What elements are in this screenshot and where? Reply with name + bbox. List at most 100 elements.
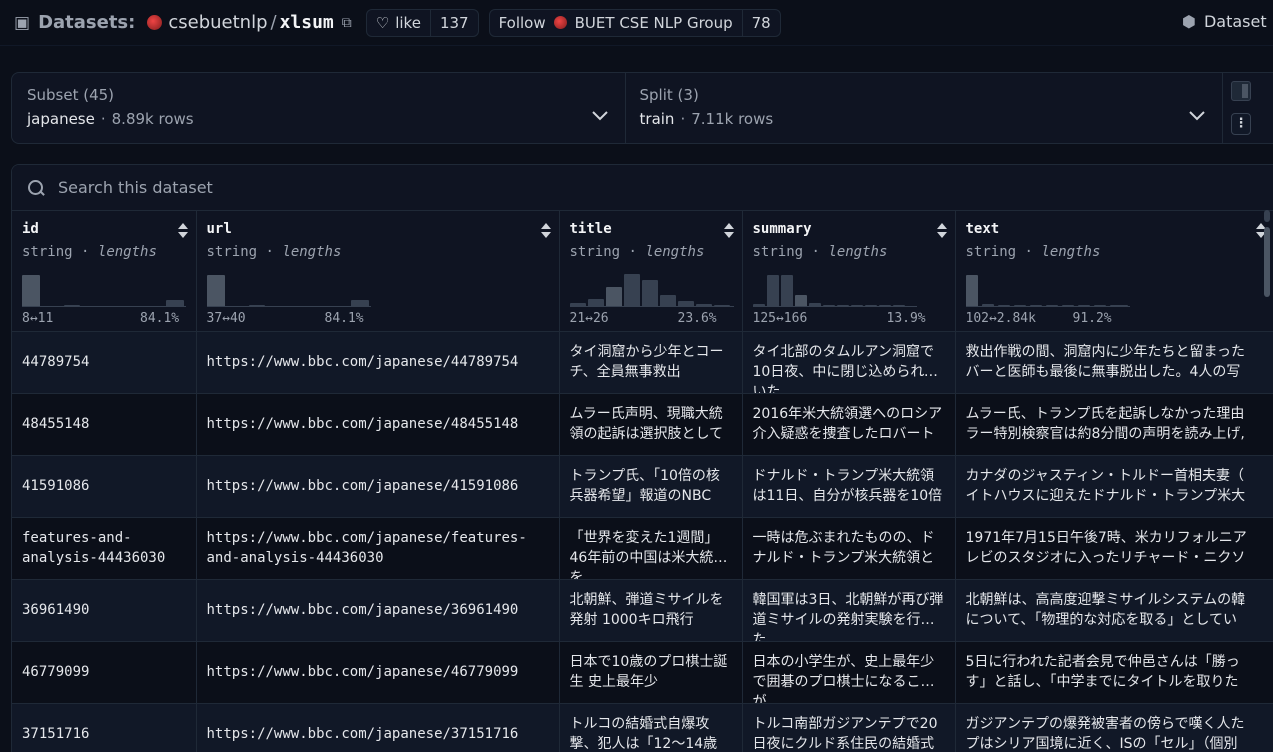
- like-button[interactable]: ♡ like 137: [365, 8, 479, 37]
- scrollbar-thumb[interactable]: [1264, 227, 1270, 297]
- cell-id[interactable]: 36961490: [12, 578, 197, 641]
- cube-icon: ⬢: [1182, 12, 1196, 31]
- cell-url[interactable]: https://www.bbc.com/japanese/36961490: [196, 578, 560, 641]
- cell-title[interactable]: 北朝鮮、弾道ミサイルを発射 1000キロ飛行: [559, 578, 743, 641]
- cell-summary[interactable]: 日本の小学生が、史上最年少で囲碁のプロ棋士になることが: [742, 640, 956, 703]
- split-title: Split (3): [639, 86, 699, 104]
- follow-count: 78: [741, 9, 780, 36]
- table-row[interactable]: 41591086 https://www.bbc.com/japanese/41…: [12, 454, 1273, 517]
- length-percent: 13.9%: [886, 310, 926, 326]
- subset-select[interactable]: Subset (45) japanese · 8.89k rows: [12, 73, 626, 143]
- data-table: id string · lengths 8↔11 84.1% url strin…: [12, 211, 1273, 752]
- path-separator: /: [270, 12, 277, 33]
- cell-text[interactable]: ムラー氏、トランプ氏を起訴しなかった理由 ラー特別検察官は約8分間の声明を読み上げ…: [955, 392, 1273, 455]
- column-header-id[interactable]: id string · lengths 8↔11 84.1%: [12, 211, 197, 331]
- cell-id[interactable]: 46779099: [12, 640, 197, 703]
- table-row[interactable]: 46779099 https://www.bbc.com/japanese/46…: [12, 640, 1273, 703]
- cell-url[interactable]: https://www.bbc.com/japanese/48455148: [196, 392, 560, 455]
- cell-url[interactable]: https://www.bbc.com/japanese/46779099: [196, 640, 560, 703]
- histogram: [22, 271, 186, 307]
- cell-summary[interactable]: 2016年米大統領選へのロシア介入疑惑を捜査したロバート: [742, 392, 956, 455]
- cell-id[interactable]: 44789754: [12, 330, 197, 393]
- cell-title[interactable]: タイ洞窟から少年とコーチ、全員無事救出: [559, 330, 743, 393]
- table-row[interactable]: 37151716 https://www.bbc.com/japanese/37…: [12, 702, 1273, 752]
- datasets-label: Datasets:: [38, 12, 136, 33]
- column-type-sep: ·: [628, 244, 637, 260]
- cell-title[interactable]: 「世界を変えた1週間」46年前の中国は米大統領を: [559, 516, 743, 579]
- column-header-url[interactable]: url string · lengths 37↔40 84.1%: [196, 211, 560, 331]
- column-type: string: [965, 244, 1017, 260]
- cell-summary[interactable]: ドナルド・トランプ米大統領は11日、自分が核兵器を10倍: [742, 454, 956, 517]
- column-type-sep: ·: [265, 244, 274, 260]
- column-header-text[interactable]: text string · lengths 102↔2.84k 91.2%: [955, 211, 1273, 331]
- table-row[interactable]: features-and-analysis-44436030 https://w…: [12, 516, 1273, 579]
- column-header-title[interactable]: title string · lengths 21↔26 23.6%: [559, 211, 743, 331]
- follow-label: Follow: [498, 13, 546, 32]
- subset-dot: ·: [100, 110, 106, 128]
- cell-text[interactable]: 5日に行われた記者会見で仲邑さんは「勝っ す」と話し、「中学までにタイトルを取りた: [955, 640, 1273, 703]
- follow-org-name: BUET CSE NLP Group: [574, 13, 733, 32]
- sort-icon[interactable]: [723, 223, 734, 239]
- cell-url[interactable]: https://www.bbc.com/japanese/41591086: [196, 454, 560, 517]
- cell-summary[interactable]: トルコ南部ガジアンテプで20日夜にクルド系住民の結婚式: [742, 702, 956, 752]
- column-stat: lengths: [645, 244, 705, 260]
- search-bar[interactable]: Search this dataset: [12, 165, 1273, 211]
- length-percent: 84.1%: [324, 310, 364, 326]
- cell-summary[interactable]: 韓国軍は3日、北朝鮮が再び弾道ミサイルの発射実験を行った: [742, 578, 956, 641]
- repo-name[interactable]: xlsum: [280, 12, 334, 33]
- heart-icon: ♡: [375, 13, 390, 32]
- cell-text[interactable]: カナダのジャスティン・トルドー首相夫妻（ イトハウスに迎えたドナルド・トランプ米大: [955, 454, 1273, 517]
- length-range: 37↔40: [206, 310, 246, 326]
- table-row[interactable]: 44789754 https://www.bbc.com/japanese/44…: [12, 330, 1273, 393]
- cell-id[interactable]: 37151716: [12, 702, 197, 752]
- column-type: string: [22, 244, 73, 260]
- config-selectors: Subset (45) japanese · 8.89k rows Split (3…: [11, 72, 1273, 144]
- cell-text[interactable]: ガジアンテプの爆発被害者の傍らで嘆く人た プはシリア国境に近く、ISの「セル」（個…: [955, 702, 1273, 752]
- panel-toggle-icon[interactable]: [1231, 81, 1252, 101]
- cell-id[interactable]: 48455148: [12, 392, 197, 455]
- column-name: url: [206, 221, 232, 237]
- top-header: ▣ Datasets: csebuetnlp / xlsum ⧉ ♡ like 1…: [0, 0, 1273, 46]
- cell-id[interactable]: features-and-analysis-44436030: [12, 516, 197, 579]
- cell-text[interactable]: 北朝鮮は、高高度迎撃ミサイルシステムの韓 について、「物理的な対応を取る」としてい: [955, 578, 1273, 641]
- cell-title[interactable]: トルコの結婚式自爆攻撃、犯人は「12～14歳: [559, 702, 743, 752]
- follow-button[interactable]: Follow BUET CSE NLP Group 78: [488, 8, 781, 37]
- cell-url[interactable]: https://www.bbc.com/japanese/44789754: [196, 330, 560, 393]
- sort-icon[interactable]: [177, 223, 188, 239]
- length-percent: 91.2%: [1072, 310, 1112, 326]
- column-name: title: [569, 221, 612, 237]
- search-input[interactable]: Search this dataset: [58, 178, 213, 197]
- table-row[interactable]: 36961490 https://www.bbc.com/japanese/36…: [12, 578, 1273, 641]
- scrollbar-track-top[interactable]: [1264, 210, 1270, 222]
- cell-url[interactable]: https://www.bbc.com/japanese/37151716: [196, 702, 560, 752]
- cell-title[interactable]: トランプ氏、「10倍の核兵器希望」報道のNBC: [559, 454, 743, 517]
- cell-id[interactable]: 41591086: [12, 454, 197, 517]
- column-header-summary[interactable]: summary string · lengths 125↔166 13.9%: [742, 211, 956, 331]
- org-link[interactable]: csebuetnlp: [168, 12, 267, 33]
- cell-summary[interactable]: 一時は危ぶまれたものの、ドナルド・トランプ米大統領と: [742, 516, 956, 579]
- cell-text[interactable]: 救出作戦の間、洞窟内に少年たちと留まった バーと医師も最後に無事脱出した。4人の写: [955, 330, 1273, 393]
- cell-text[interactable]: 1971年7月15日午後7時、米カリフォルニア レビのスタジオに入ったリチャード・…: [955, 516, 1273, 579]
- split-select[interactable]: Split (3) train · 7.11k rows: [626, 73, 1224, 143]
- sort-icon[interactable]: [540, 223, 551, 239]
- org-avatar[interactable]: [147, 15, 163, 30]
- column-stat: lengths: [97, 244, 157, 260]
- cell-summary[interactable]: タイ北部のタムルアン洞窟で10日夜、中に閉じ込められていた: [742, 330, 956, 393]
- column-name: summary: [752, 221, 812, 237]
- tab-dataset[interactable]: ⬢ Dataset: [1182, 12, 1267, 31]
- search-icon: [28, 179, 44, 196]
- column-type: string: [206, 244, 258, 260]
- copy-icon[interactable]: ⧉: [342, 15, 352, 31]
- column-name: id: [22, 221, 39, 237]
- dataset-viewer: Search this dataset id string · lengths: [11, 164, 1273, 752]
- table-row[interactable]: 48455148 https://www.bbc.com/japanese/48…: [12, 392, 1273, 455]
- cell-title[interactable]: ムラー氏声明、現職大統領の起訴は選択肢として: [559, 392, 743, 455]
- split-rows: 7.11k rows: [691, 110, 774, 128]
- sort-icon[interactable]: [936, 223, 947, 239]
- column-stat: lengths: [282, 244, 342, 260]
- column-type-sep: ·: [81, 244, 90, 260]
- length-range: 102↔2.84k: [965, 310, 1036, 326]
- cell-title[interactable]: 日本で10歳のプロ棋士誕生 史上最年少: [559, 640, 743, 703]
- cell-url[interactable]: https://www.bbc.com/japanese/features-an…: [196, 516, 560, 579]
- more-options-icon[interactable]: ⋮: [1231, 113, 1252, 135]
